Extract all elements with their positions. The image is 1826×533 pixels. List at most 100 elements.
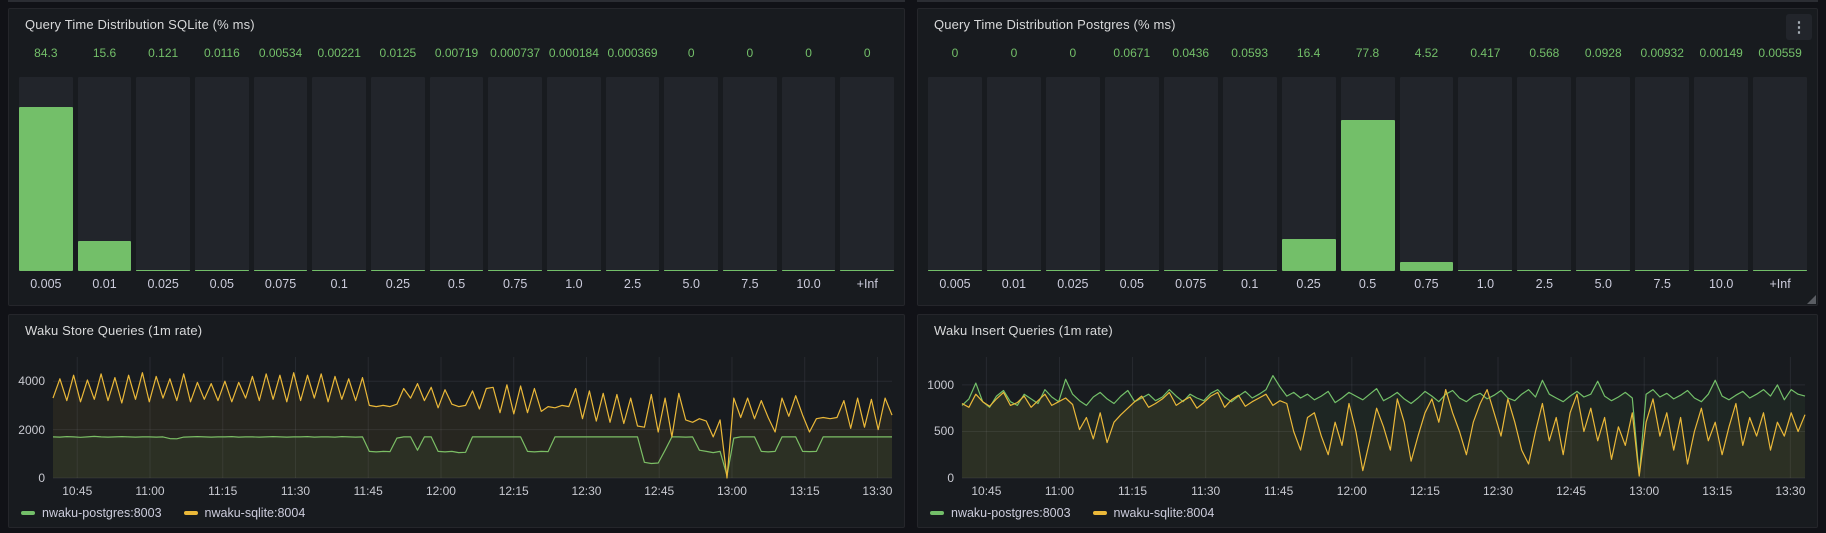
bar-track[interactable] [928,77,982,271]
bar-track[interactable] [664,77,718,271]
bar-value-label: 0.00149 [1694,45,1748,61]
bar-value-label: 0.568 [1517,45,1571,61]
bar-track[interactable] [430,77,484,271]
bar-track[interactable] [547,77,601,271]
legend-item-nwaku-postgres[interactable]: nwaku-postgres:8003 [930,506,1071,520]
bar-fill [1576,270,1630,271]
x-axis-label: 0.05 [1105,271,1159,297]
panel-title[interactable]: Query Time Distribution SQLite (% ms) [9,9,904,32]
x-axis-label: 0.75 [488,271,542,297]
bar-track[interactable] [1164,77,1218,271]
time-series-canvas[interactable] [962,357,1805,478]
bar-value-label: 0.000737 [488,45,542,61]
bar-track[interactable] [488,77,542,271]
bar-value-label: 0 [723,45,777,61]
panel-title[interactable]: Waku Insert Queries (1m rate) [918,315,1817,338]
bar-track[interactable] [19,77,73,271]
bar-track[interactable] [1635,77,1689,271]
bar-fill [1341,120,1395,271]
x-axis-label: 7.5 [1635,271,1689,297]
hist-bar-0.5: 77.80.5 [1341,45,1395,297]
bar-value-label: 0 [987,45,1041,61]
bar-value-label: 0.00559 [1753,45,1807,61]
legend-label: nwaku-sqlite:8004 [1114,506,1215,520]
hist-bar-+Inf: 0.00559+Inf [1753,45,1807,297]
panel-resize-handle[interactable] [1807,295,1816,304]
bar-track[interactable] [312,77,366,271]
bar-value-label: 0.00534 [254,45,308,61]
x-axis-label: 0.75 [1400,271,1454,297]
bar-fill [488,270,542,271]
bar-track[interactable] [987,77,1041,271]
bar-track[interactable] [723,77,777,271]
hist-bar-7.5: 0.009327.5 [1635,45,1689,297]
bar-fill [195,270,249,271]
offscreen-panel-edge-right [917,0,1818,2]
store-queries-plot[interactable]: 02000400010:4511:0011:1511:3011:4512:001… [53,357,892,478]
bar-value-label: 0.0593 [1223,45,1277,61]
x-axis-label: 0.25 [371,271,425,297]
x-tick-label: 13:30 [1760,484,1820,498]
hist-bar-0.25: 0.01250.25 [371,45,425,297]
bar-fill [606,270,660,271]
x-axis-label: 10.0 [782,271,836,297]
legend-item-nwaku-sqlite[interactable]: nwaku-sqlite:8004 [184,506,306,520]
time-series-canvas[interactable] [53,357,892,478]
x-axis-label: 0.01 [987,271,1041,297]
bar-fill [1694,270,1748,271]
bar-track[interactable] [606,77,660,271]
hist-bar-2.5: 0.5682.5 [1517,45,1571,297]
bar-track[interactable] [1282,77,1336,271]
legend-item-nwaku-sqlite[interactable]: nwaku-sqlite:8004 [1093,506,1215,520]
histogram-sqlite: 84.30.00515.60.010.1210.0250.01160.050.0… [19,45,894,297]
x-axis-label: 5.0 [1576,271,1630,297]
x-axis-label: 0.1 [312,271,366,297]
legend-swatch-yellow [1093,511,1107,515]
x-tick-label: 13:00 [702,484,762,498]
bar-track[interactable] [782,77,836,271]
bar-track[interactable] [1105,77,1159,271]
grafana-dashboard: { "icons": { "kebab": "⋮" }, "colors": {… [0,0,1826,533]
bar-track[interactable] [1576,77,1630,271]
bar-value-label: 0.000369 [606,45,660,61]
bar-track[interactable] [1458,77,1512,271]
panel-query-time-distribution-postgres: Query Time Distribution Postgres (% ms) … [917,8,1818,306]
series-fill-nwaku-sqlite:8004 [53,373,892,478]
bar-track[interactable] [136,77,190,271]
hist-bar-0.05: 0.0671 0.05 [1105,45,1159,297]
bar-track[interactable] [254,77,308,271]
bar-value-label: 0.0671 [1105,45,1159,61]
panel-title[interactable]: Waku Store Queries (1m rate) [9,315,904,338]
x-tick-label: 13:15 [775,484,835,498]
hist-bar-0.75: 0.000737 0.75 [488,45,542,297]
bar-track[interactable] [1341,77,1395,271]
bar-fill [928,270,982,271]
legend-item-nwaku-postgres[interactable]: nwaku-postgres:8003 [21,506,162,520]
hist-bar-0.05: 0.01160.05 [195,45,249,297]
panel-title[interactable]: Query Time Distribution Postgres (% ms) [918,9,1817,32]
bar-track[interactable] [1223,77,1277,271]
bar-track[interactable] [371,77,425,271]
bar-track[interactable] [1046,77,1100,271]
bar-track[interactable] [1517,77,1571,271]
x-axis-label: 0.075 [254,271,308,297]
bar-track[interactable] [195,77,249,271]
hist-bar-0.1: 0.05930.1 [1223,45,1277,297]
insert-queries-plot[interactable]: 0500100010:4511:0011:1511:3011:4512:0012… [962,357,1805,478]
bar-track[interactable] [840,77,894,271]
hist-bar-5.0: 05.0 [664,45,718,297]
x-axis-label: +Inf [840,271,894,297]
x-tick-label: 13:15 [1687,484,1747,498]
x-axis-label: 0.25 [1282,271,1336,297]
legend-label: nwaku-postgres:8003 [951,506,1071,520]
bar-track[interactable] [1400,77,1454,271]
bar-track[interactable] [1694,77,1748,271]
hist-bar-0.075: 0.04360.075 [1164,45,1218,297]
hist-bar-1.0: 0.4171.0 [1458,45,1512,297]
bar-value-label: 4.52 [1400,45,1454,61]
x-tick-label: 11:00 [1029,484,1089,498]
bar-track[interactable] [1753,77,1807,271]
bar-track[interactable] [78,77,132,271]
x-tick-label: 12:15 [1395,484,1455,498]
panel-menu-icon[interactable]: ⋮ [1786,14,1812,40]
